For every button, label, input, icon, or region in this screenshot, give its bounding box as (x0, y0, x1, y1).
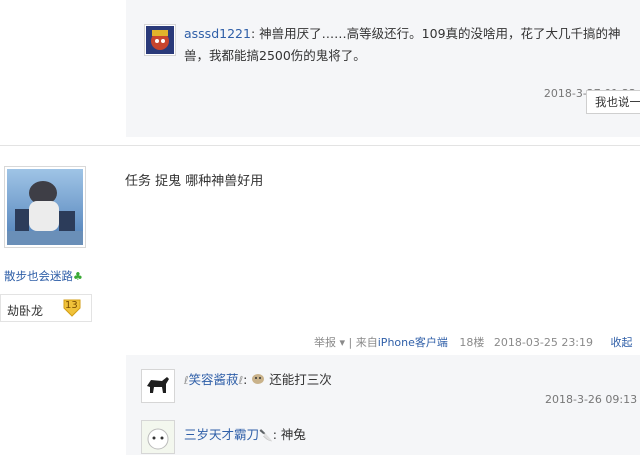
author-name[interactable]: 散步也会迷路♣ (4, 268, 83, 284)
username-link[interactable]: 笑容酱菽 (189, 372, 239, 387)
rank-name: 劫卧龙 (7, 304, 44, 318)
member-rank[interactable]: 劫卧龙 13 (0, 294, 92, 322)
source-link[interactable]: iPhone客户端 (378, 336, 448, 349)
sword-icon: 🔪 (259, 429, 273, 442)
clover-icon: ♣ (73, 270, 83, 283)
post-content: 任务 捉鬼 哪种神兽好用 (125, 174, 264, 189)
username-link[interactable]: asssd1221 (184, 26, 251, 41)
reply-button[interactable]: 我也说一 (586, 90, 640, 114)
lzl-panel: ℓ笑容酱菽ℓ: 还能打三次 2018-3-26 09:13 三岁天才霸刀🔪: 神… (126, 355, 640, 455)
lzl-panel-top: 收起 asssd1221: 神兽用厌了……高等级还行。109真的没啥用，花了大几… (126, 0, 640, 137)
post-meta: 举报 ▾ | 来自iPhone客户端 18楼 2018-03-25 23:19 … (314, 336, 633, 349)
avatar-image (146, 26, 174, 54)
avatar[interactable] (144, 24, 176, 56)
reply-text: 还能打三次 (269, 372, 332, 387)
author-avatar[interactable] (4, 166, 86, 248)
avatar[interactable] (141, 369, 175, 403)
sub-reply-content: ℓ笑容酱菽ℓ: 还能打三次 (184, 372, 332, 388)
reply-time: 2018-3-26 09:13 (545, 393, 638, 406)
avatar-image (142, 370, 174, 402)
post-time: 2018-03-25 23:19 (493, 336, 594, 349)
collapse-link[interactable]: 收起 (611, 336, 633, 349)
avatar-image (142, 421, 174, 453)
emoji-icon (251, 373, 265, 388)
floor-number: 18楼 (459, 336, 485, 349)
username-link[interactable]: 三岁天才霸刀 (184, 427, 259, 442)
sub-reply-content: asssd1221: 神兽用厌了……高等级还行。109真的没啥用，花了大几千搞的… (184, 26, 621, 63)
report-link[interactable]: 举报 ▾ (314, 336, 345, 349)
reply-text: 神兔 (280, 427, 306, 442)
post-divider (0, 145, 640, 146)
rank-level: 13 (65, 300, 78, 311)
ornament-icon: ℓ (238, 374, 244, 387)
avatar-image (7, 169, 83, 245)
sub-reply-content: 三岁天才霸刀🔪: 神兔 (184, 427, 306, 442)
avatar[interactable] (141, 420, 175, 454)
